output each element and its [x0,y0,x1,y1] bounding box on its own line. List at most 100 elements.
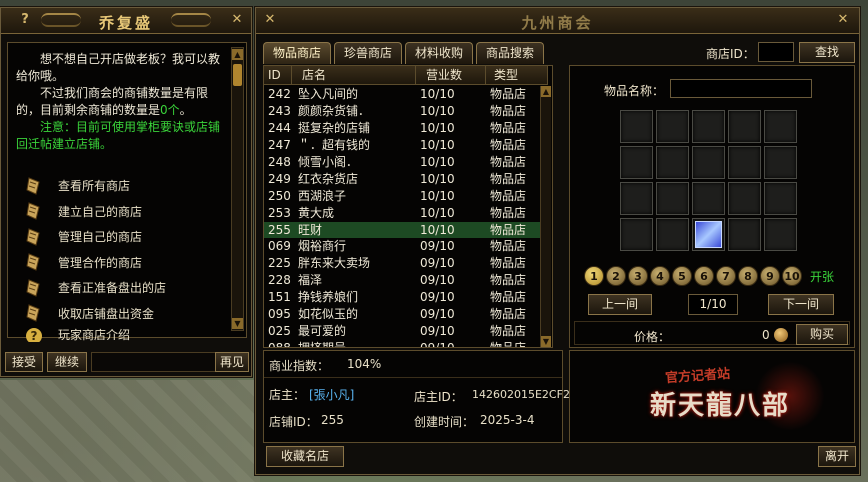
table-row[interactable]: 255 旺财 10/10 物品店 [264,221,546,239]
continue-button[interactable]: 继续 [47,352,87,372]
tab-material-purchase[interactable]: 材料收购 [405,42,474,64]
goodbye-button[interactable]: 再见 [215,352,249,372]
table-row[interactable]: 025 最可爱的 09/10 物品店 [264,323,546,340]
item-slot[interactable] [620,110,653,143]
row-name: 烟裕商行 [298,239,347,254]
business-index-value: 104% [347,357,382,371]
scroll-down-icon[interactable]: ▼ [541,336,551,347]
item-slot[interactable] [656,146,689,179]
table-row[interactable]: 250 西湖浪子 10/10 物品店 [264,188,546,205]
item-slot[interactable] [728,182,761,215]
column-type[interactable]: 类型 [486,66,548,85]
page-button[interactable]: 4 [650,266,670,286]
table-row[interactable]: 249 红衣杂货店 10/10 物品店 [264,171,546,188]
item-slot[interactable] [728,146,761,179]
tab-item-store[interactable]: 物品商店 [263,42,332,64]
menu-item-store-intro[interactable]: ? 玩家商店介绍 [14,326,228,342]
buy-button[interactable]: 购买 [796,324,848,345]
table-row[interactable]: 069 烟裕商行 09/10 物品店 [264,238,546,255]
owner-label: 店主： [269,388,306,402]
row-type: 物品店 [490,239,527,254]
item-slot[interactable] [728,110,761,143]
row-count: 09/10 [420,256,455,271]
item-slot[interactable] [764,182,797,215]
table-row[interactable]: 242 坠入凡间的 10/10 物品店 [264,86,546,103]
row-id: 243 [268,103,291,118]
row-name: 黄大成 [298,205,335,220]
item-slot[interactable] [764,146,797,179]
page-button[interactable]: 1 [584,266,604,286]
tab-pet-store[interactable]: 珍兽商店 [334,42,403,64]
table-row[interactable]: 243 颜颜杂货铺． 10/10 物品店 [264,103,546,120]
close-icon[interactable]: ✕ [227,11,247,29]
scroll-up-icon[interactable]: ▲ [232,49,243,60]
item-slot[interactable] [764,110,797,143]
table-row[interactable]: 248 倾雪小阁． 10/10 物品店 [264,154,546,171]
accept-button[interactable]: 接受 [5,352,43,372]
store-id-input[interactable] [758,42,794,62]
item-slot[interactable] [620,218,653,251]
page-button[interactable]: 6 [694,266,714,286]
page-button[interactable]: 9 [760,266,780,286]
page-button[interactable]: 10 [782,266,802,286]
table-row[interactable]: 247 ＂．超有钱的 10/10 物品店 [264,137,546,154]
page-button[interactable]: 7 [716,266,736,286]
menu-item-view-all-stores[interactable]: 查看所有商店 [14,173,228,199]
page-button[interactable]: 5 [672,266,692,286]
npc-dialog-titlebar[interactable]: ? 乔复盛 ✕ [1,8,251,34]
next-store-button[interactable]: 下一间 [768,294,834,315]
table-row[interactable]: 095 如花似玉的 09/10 物品店 [264,306,546,323]
item-slot[interactable] [620,146,653,179]
column-name[interactable]: 店名 [292,66,416,85]
item-slot[interactable] [620,182,653,215]
page-button[interactable]: 8 [738,266,758,286]
column-count[interactable]: 营业数 [416,66,486,85]
scroll-down-icon[interactable]: ▼ [232,318,243,329]
item-slot[interactable] [692,218,725,251]
table-row[interactable]: 253 黄大成 10/10 物品店 [264,205,546,222]
scroll-icon [24,278,46,298]
row-id: 088 [264,340,292,347]
favorite-store-button[interactable]: 收藏名店 [266,446,344,467]
tab-item-search[interactable]: 商品搜索 [476,42,545,64]
row-name: 红衣杂货店 [298,171,359,186]
table-row[interactable]: 244 挺复杂的店铺 10/10 物品店 [264,120,546,137]
page-button[interactable]: 2 [606,266,626,286]
menu-item-create-store[interactable]: 建立自己的商店 [14,199,228,225]
scroll-thumb[interactable] [233,64,242,86]
table-row[interactable]: 088拥挤期号09/10物品店 [264,340,546,347]
row-type: 物品店 [490,154,527,169]
row-id: 253 [268,205,291,220]
leave-button[interactable]: 离开 [818,446,856,467]
prev-store-button[interactable]: 上一间 [588,294,652,315]
item-slot[interactable] [692,146,725,179]
page-button[interactable]: 3 [628,266,648,286]
row-count: 10/10 [420,205,455,220]
item-slot[interactable] [656,182,689,215]
shop-tabs: 物品商店 珍兽商店 材料收购 商品搜索 [263,42,545,64]
menu-item-view-stores-for-sale[interactable]: 查看正准备盘出的店 [14,275,228,301]
scroll-up-icon[interactable]: ▲ [541,86,551,97]
item-slot[interactable] [656,218,689,251]
table-row[interactable]: 228 福泽 09/10 物品店 [264,272,546,289]
row-name: 倾雪小阁． [298,154,359,169]
item-slot[interactable] [656,110,689,143]
close-icon[interactable]: ✕ [833,11,853,29]
item-slot[interactable] [764,218,797,251]
table-row[interactable]: 225 胖东来大卖场 09/10 物品店 [264,255,546,272]
column-id[interactable]: ID [264,66,292,85]
owner-link[interactable]: [張小凡] [309,386,354,403]
intro-line-1: 想不想自己开店做老板？我可以教给你哦。 [16,52,221,83]
table-row[interactable]: 151 挣钱养娘们 09/10 物品店 [264,289,546,306]
item-slot[interactable] [728,218,761,251]
item-slot[interactable] [692,110,725,143]
scroll-item-icon[interactable] [695,221,722,248]
item-slot[interactable] [692,182,725,215]
dialog-scrollbar[interactable]: ▲ ▼ [231,47,244,331]
shop-titlebar[interactable]: ✕ 九州商会 ✕ [256,8,859,34]
search-button[interactable]: 查找 [799,42,855,63]
menu-item-manage-partner-store[interactable]: 管理合作的商店 [14,250,228,276]
menu-item-collect-sale-funds[interactable]: 收取店铺盘出资金 [14,301,228,327]
store-list-scrollbar[interactable]: ▲ ▼ [540,86,551,347]
menu-item-manage-own-store[interactable]: 管理自己的商店 [14,224,228,250]
